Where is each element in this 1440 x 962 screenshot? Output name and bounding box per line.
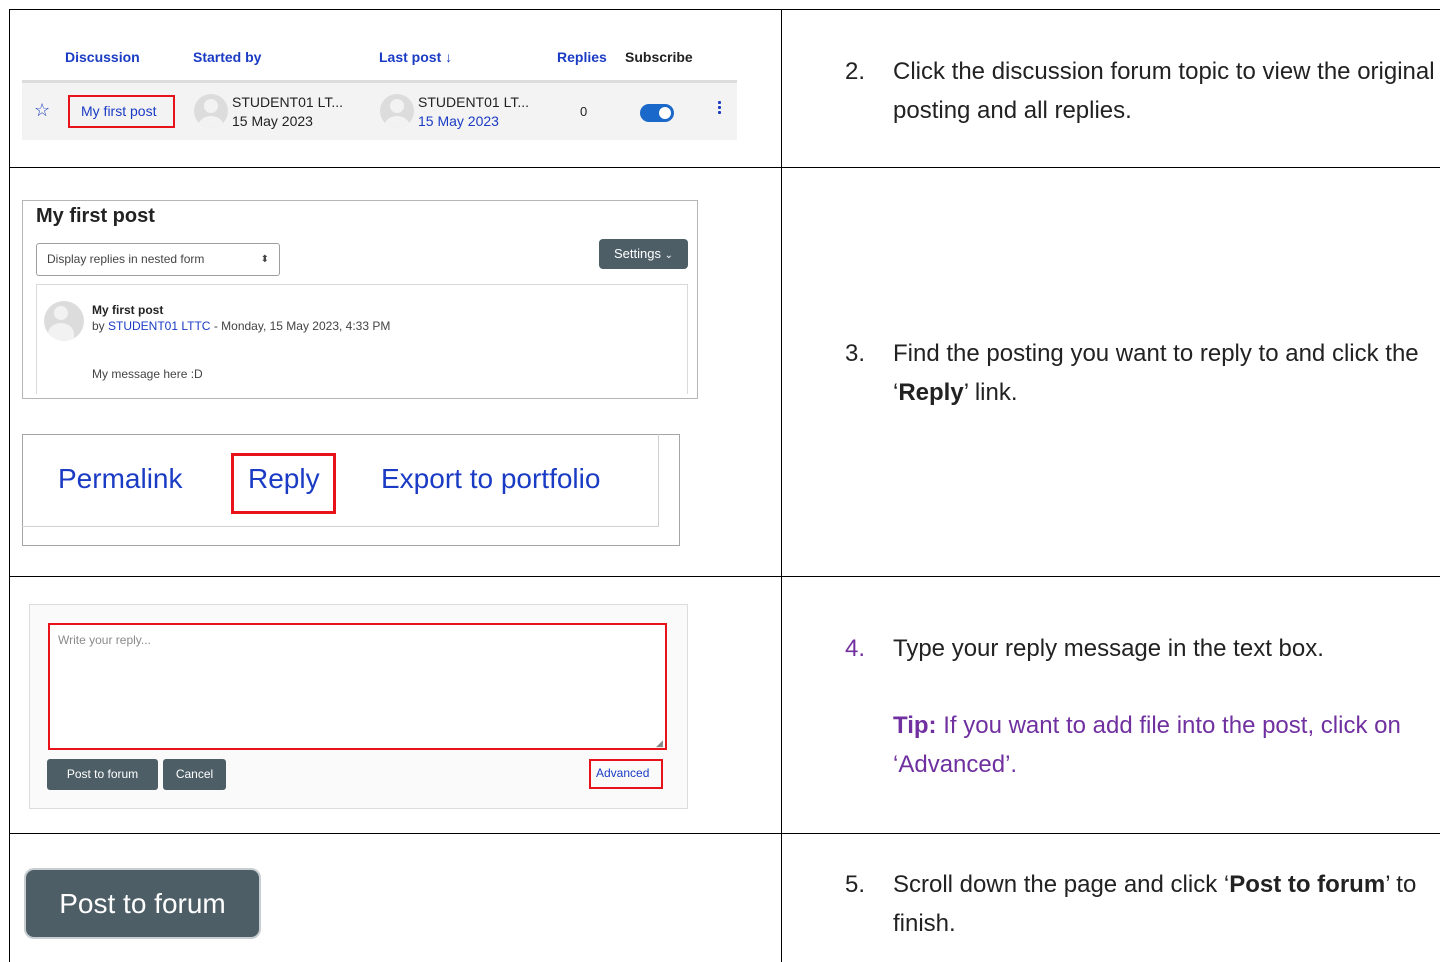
table-row-divider-1 [9,167,1440,168]
step-4-text: Type your reply message in the text box. [893,635,1324,662]
header-last-post[interactable]: Last post ↓ [379,49,452,65]
header-discussion[interactable]: Discussion [65,49,140,65]
subscribe-toggle[interactable] [640,104,674,122]
step-3-post: ’ link. [963,379,1018,406]
last-post-avatar [380,94,414,128]
step-5-number: 5. [845,871,866,898]
reply-link[interactable]: Reply [248,462,320,496]
table-border-left [9,9,10,962]
post-view-title: My first post [36,205,155,227]
step-3-bold: Reply [898,379,964,406]
step-5-bold: Post to forum [1229,871,1386,898]
cancel-button[interactable]: Cancel [163,759,226,790]
step-3-number: 3. [845,340,866,367]
header-subscribe: Subscribe [625,49,693,65]
step-5-text: Scroll down the page and click ‘Post to … [893,865,1438,943]
header-replies[interactable]: Replies [557,49,607,65]
display-mode-select[interactable]: Display replies in nested form ⬍ [36,243,280,276]
header-started-by[interactable]: Started by [193,49,261,65]
tip-body: If you want to add file into the post, c… [893,712,1401,778]
discussion-link[interactable]: My first post [81,103,156,119]
big-post-to-forum-button[interactable]: Post to forum [26,870,259,937]
post-subject: My first post [92,303,164,317]
step-2-text: Click the discussion forum topic to view… [893,58,1435,124]
table-border-top [9,9,1440,10]
started-by-avatar [194,94,228,128]
table-row-divider-2 [9,576,1440,577]
chevron-down-icon: ⌄ [664,250,673,261]
step-3-text: Find the posting you want to reply to an… [893,334,1438,412]
tip-label: Tip: [893,712,937,739]
tip-text: Tip: If you want to add file into the po… [893,706,1438,784]
settings-label: Settings [614,246,661,261]
post-to-forum-button[interactable]: Post to forum [47,759,158,790]
table-column-divider [781,9,782,962]
started-by-name[interactable]: STUDENT01 LT... [232,94,343,110]
started-by-date: 15 May 2023 [232,113,313,129]
post-author-link[interactable]: STUDENT01 LTTC [108,319,210,333]
select-arrows-icon: ⬍ [260,254,269,265]
more-actions-icon[interactable] [718,101,722,116]
settings-button[interactable]: Settings ⌄ [599,239,688,269]
post-message: My message here :D [92,367,203,381]
table-row-divider-3 [9,833,1440,834]
step-4-number: 4. [845,635,866,662]
post-author-avatar [44,301,84,341]
display-mode-value: Display replies in nested form [47,252,205,266]
export-portfolio-link[interactable]: Export to portfolio [381,462,600,496]
step-2-number: 2. [845,58,866,85]
post-byline: by STUDENT01 LTTC - Monday, 15 May 2023,… [92,319,390,333]
resize-handle-icon[interactable]: ◢ [656,738,663,749]
star-icon[interactable]: ☆ [34,100,50,120]
post-actions-inner-divider [658,434,659,526]
last-post-date[interactable]: 15 May 2023 [418,113,499,129]
post-actions-inner-bottom [22,526,659,527]
step-5-pre: Scroll down the page and click ‘ [893,871,1230,898]
replies-count: 0 [580,104,588,119]
last-post-name[interactable]: STUDENT01 LT... [418,94,529,110]
post-date: - Monday, 15 May 2023, 4:33 PM [210,319,391,333]
reply-placeholder: Write your reply... [58,633,151,647]
advanced-link[interactable]: Advanced [596,766,649,780]
permalink-link[interactable]: Permalink [58,462,182,496]
post-by-prefix: by [92,319,109,333]
